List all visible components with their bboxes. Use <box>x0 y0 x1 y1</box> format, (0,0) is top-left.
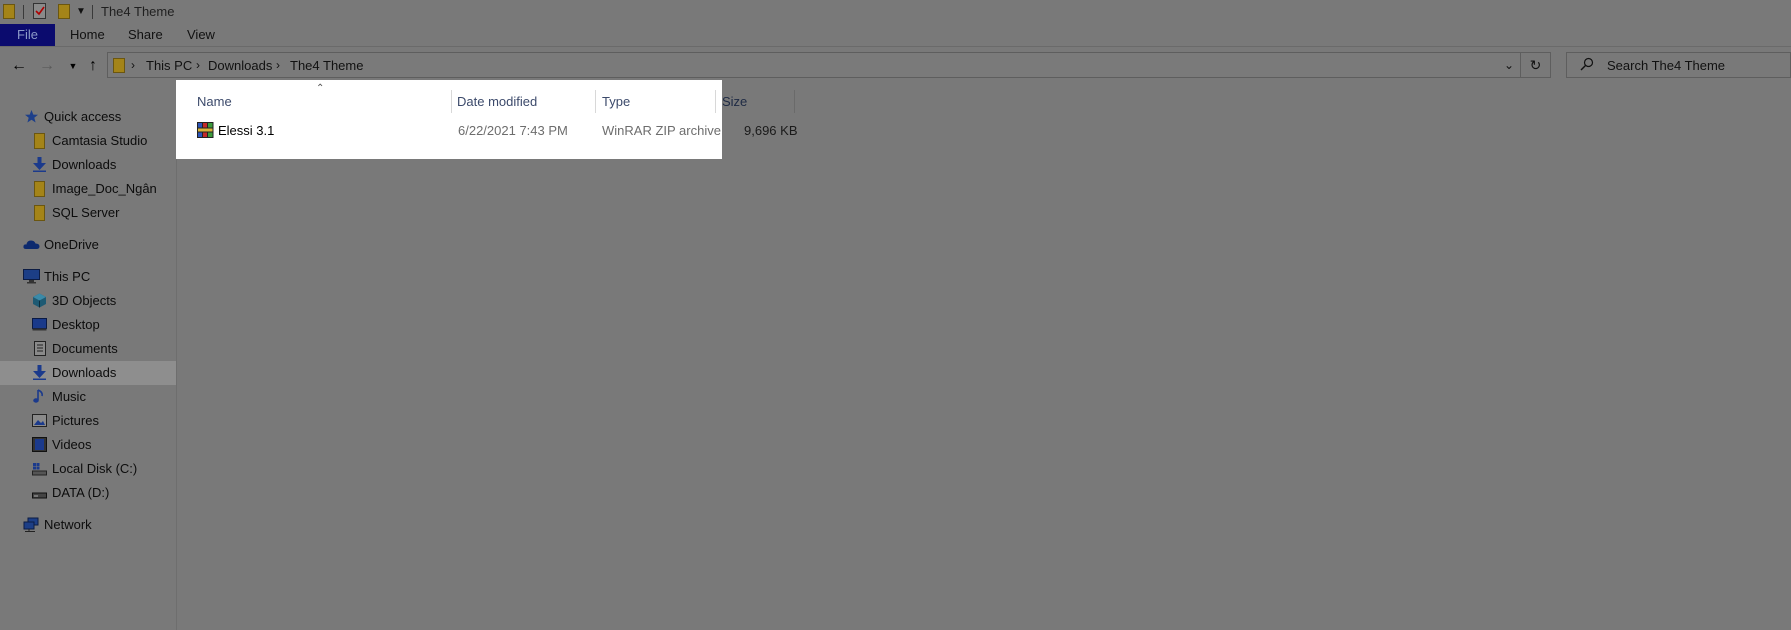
sidebar-item-label: DATA (D:) <box>52 485 110 500</box>
sidebar-item-data-d[interactable]: DATA (D:) <box>0 481 176 505</box>
breadcrumb-downloads[interactable]: Downloads <box>208 58 272 73</box>
drive-icon <box>32 492 47 499</box>
sidebar-item-desktop[interactable]: Desktop <box>0 313 176 337</box>
column-divider[interactable] <box>595 90 596 113</box>
sidebar-item-label: SQL Server <box>52 205 120 220</box>
sidebar-item-label: 3D Objects <box>52 293 117 308</box>
sidebar-item-this-pc[interactable]: This PC <box>0 265 176 289</box>
sidebar-item-videos[interactable]: Videos <box>0 433 176 457</box>
column-divider[interactable] <box>715 90 716 113</box>
file-date-modified: 6/22/2021 7:43 PM <box>458 123 568 138</box>
address-bar[interactable]: › This PC › Downloads › The4 Theme ⌄ <box>107 52 1521 78</box>
properties-icon[interactable] <box>33 3 46 19</box>
chevron-right-icon[interactable]: › <box>276 58 280 72</box>
breadcrumb-this-pc[interactable]: This PC <box>146 58 192 73</box>
documents-icon <box>34 341 46 356</box>
sidebar-item-label: Videos <box>52 437 92 452</box>
tab-file[interactable]: File <box>0 24 55 46</box>
sidebar-divider <box>176 86 177 630</box>
customize-quick-access-icon[interactable]: ▼ <box>76 7 86 17</box>
refresh-icon[interactable]: ↻ <box>1521 52 1551 78</box>
sidebar-item-documents[interactable]: Documents <box>0 337 176 361</box>
download-icon <box>33 365 46 380</box>
ribbon: File Home Share View <box>0 24 1791 47</box>
sidebar-item-downloads[interactable]: Downloads <box>0 361 176 385</box>
forward-arrow-icon[interactable]: → <box>38 57 56 75</box>
sidebar-item-label: Image_Doc_Ngân <box>52 181 157 196</box>
title-bar: ▼ The4 Theme <box>0 0 1791 24</box>
column-header-size[interactable]: Size <box>722 94 747 109</box>
sidebar-item-pictures[interactable]: Pictures <box>0 409 176 433</box>
download-icon <box>33 157 46 172</box>
network-icon <box>23 517 39 532</box>
sidebar-item-label: Quick access <box>44 109 122 124</box>
folder-icon <box>34 205 45 221</box>
sidebar-item-label: Pictures <box>52 413 99 428</box>
sidebar-item-label: Network <box>44 517 92 532</box>
winrar-archive-icon <box>197 122 214 138</box>
folder-icon <box>3 4 15 19</box>
sidebar-item-label: Camtasia Studio <box>52 133 148 148</box>
column-header-type[interactable]: Type <box>602 94 630 109</box>
column-header-date-modified[interactable]: Date modified <box>457 94 537 109</box>
file-size: 9,696 KB <box>744 123 798 138</box>
folder-icon <box>113 58 125 73</box>
sidebar-item-label: Documents <box>52 341 118 356</box>
chevron-right-icon[interactable]: › <box>131 58 135 72</box>
sidebar-item-label: Music <box>52 389 86 404</box>
tab-home[interactable]: Home <box>70 24 105 46</box>
desktop-icon <box>32 318 47 331</box>
window-title: The4 Theme <box>101 4 175 19</box>
sidebar-item-3d-objects[interactable]: 3D Objects <box>0 289 176 313</box>
cube-icon <box>33 293 46 308</box>
sidebar-item-label: Downloads <box>52 157 117 172</box>
videos-icon <box>32 437 47 452</box>
navigation-pane: Quick access Camtasia Studio Downloads I… <box>0 100 176 630</box>
search-input[interactable] <box>1607 56 1787 74</box>
new-folder-icon[interactable] <box>58 4 70 19</box>
toolbar-separator <box>23 5 24 19</box>
sidebar-item-camtasia-studio[interactable]: Camtasia Studio <box>0 129 176 153</box>
sidebar-item-local-disk-c[interactable]: Local Disk (C:) <box>0 457 176 481</box>
computer-icon <box>23 269 40 284</box>
column-divider[interactable] <box>794 90 795 113</box>
up-arrow-icon[interactable]: ↑ <box>84 57 102 75</box>
star-icon <box>25 110 38 123</box>
sidebar-item-label: Desktop <box>52 317 100 332</box>
sidebar-item-label: Local Disk (C:) <box>52 461 138 476</box>
sidebar-item-music[interactable]: Music <box>0 385 176 409</box>
sidebar-item-sql-server[interactable]: SQL Server <box>0 201 176 225</box>
search-icon <box>1580 57 1594 71</box>
sidebar-item-label: OneDrive <box>44 237 99 252</box>
file-name[interactable]: Elessi 3.1 <box>218 123 274 138</box>
tab-share[interactable]: Share <box>128 24 163 46</box>
sidebar-item-network[interactable]: Network <box>0 513 176 537</box>
tab-view[interactable]: View <box>187 24 215 46</box>
column-divider[interactable] <box>451 90 452 113</box>
sidebar-item-onedrive[interactable]: OneDrive <box>0 233 176 257</box>
disk-icon <box>32 463 47 476</box>
toolbar-separator <box>92 5 93 19</box>
cloud-icon <box>23 240 40 249</box>
column-header-name[interactable]: Name <box>197 94 232 109</box>
sidebar-item-downloads-quick[interactable]: Downloads <box>0 153 176 177</box>
file-type: WinRAR ZIP archive <box>602 123 721 138</box>
back-arrow-icon[interactable]: ← <box>10 57 28 75</box>
sidebar-item-quick-access[interactable]: Quick access <box>0 105 176 129</box>
search-box[interactable] <box>1566 52 1791 78</box>
music-icon <box>33 389 43 403</box>
folder-icon <box>34 133 45 149</box>
sidebar-item-image-doc-ngan[interactable]: Image_Doc_Ngân <box>0 177 176 201</box>
chevron-right-icon[interactable]: › <box>196 58 200 72</box>
sort-ascending-icon: ⌃ <box>316 83 325 94</box>
folder-icon <box>34 181 45 197</box>
sidebar-item-label: This PC <box>44 269 91 284</box>
breadcrumb-current-folder[interactable]: The4 Theme <box>290 58 363 73</box>
pictures-icon <box>32 414 47 427</box>
recent-locations-chevron-icon[interactable]: ▼ <box>64 57 82 75</box>
chevron-down-icon[interactable]: ⌄ <box>1504 58 1514 72</box>
sidebar-item-label: Downloads <box>52 365 117 380</box>
